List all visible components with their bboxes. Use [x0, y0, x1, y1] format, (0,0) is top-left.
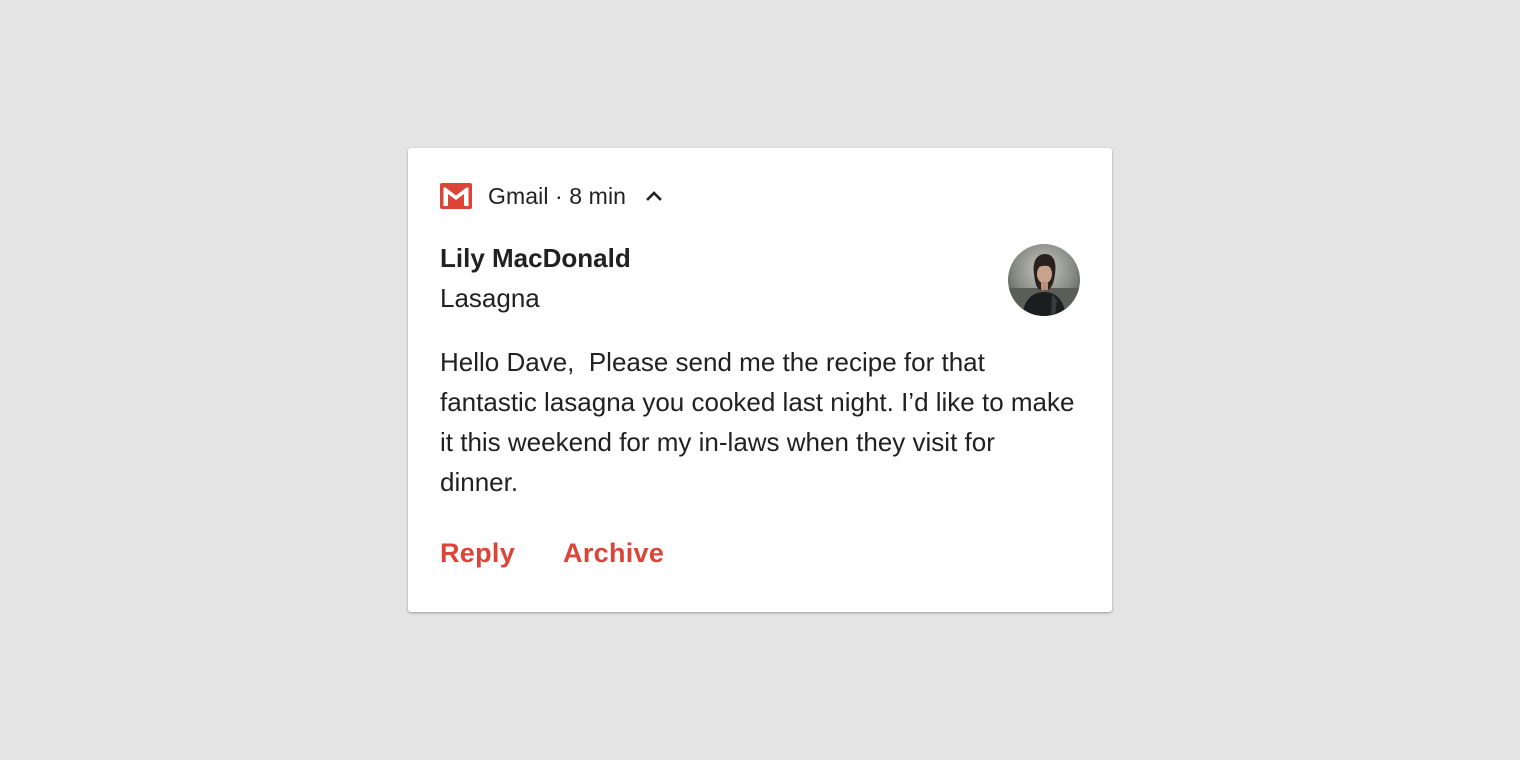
notification-header: Gmail · 8 min: [440, 180, 664, 212]
sender-name: Lily MacDonald: [440, 243, 631, 273]
email-preview: Hello Dave, Please send me the recipe fo…: [440, 347, 1082, 497]
reply-button[interactable]: Reply: [440, 538, 515, 569]
chevron-up-icon[interactable]: [644, 186, 664, 206]
notification-actions: Reply Archive: [440, 538, 664, 569]
gmail-icon: [440, 183, 472, 209]
email-subject: Lasagna: [440, 283, 540, 313]
contact-photo-avatar: [1008, 244, 1080, 316]
notification-card[interactable]: Gmail · 8 min Lily MacDonald Lasagna Hel…: [408, 148, 1112, 612]
app-name-and-time: Gmail · 8 min: [488, 182, 627, 209]
archive-button[interactable]: Archive: [563, 538, 664, 569]
sender-avatar: [1008, 244, 1080, 316]
